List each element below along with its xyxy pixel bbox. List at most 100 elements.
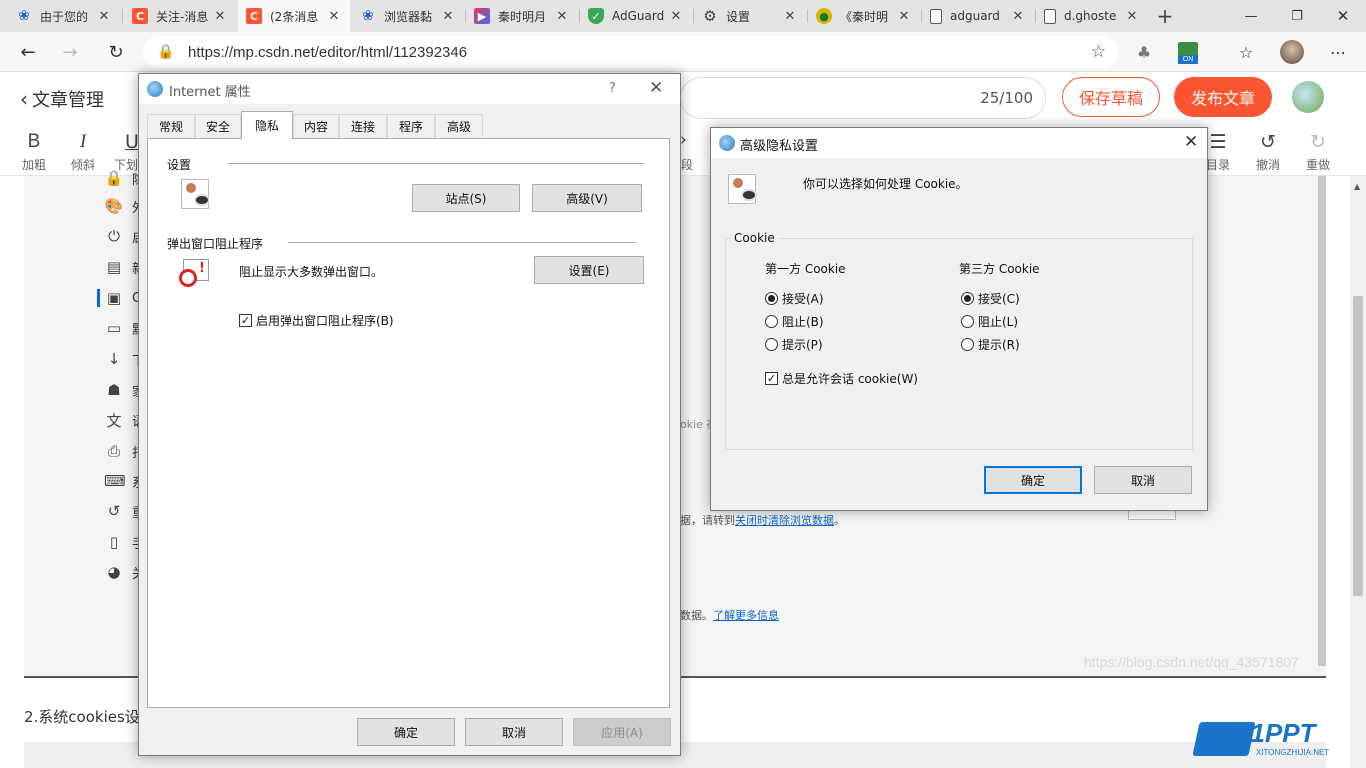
close-tab-icon[interactable]: ✕	[96, 9, 112, 24]
close-tab-icon[interactable]: ✕	[212, 9, 228, 24]
back-to-articles[interactable]: ‹ 文章管理	[20, 86, 104, 112]
close-tab-icon[interactable]: ✕	[668, 9, 684, 24]
title-input[interactable]: 25/100	[680, 77, 1046, 119]
ok-button[interactable]: 确定	[984, 466, 1082, 494]
close-tab-icon[interactable]: ✕	[1010, 9, 1026, 24]
tab-advanced[interactable]: 高级	[435, 114, 483, 138]
tab-content[interactable]: 内容	[293, 114, 339, 138]
newtab-icon: ▤	[106, 258, 122, 276]
sites-button[interactable]: 站点(S)	[412, 184, 520, 212]
favorites-icon[interactable]: ☆	[1230, 36, 1262, 68]
italic-icon: I	[79, 131, 87, 152]
first-party-block-radio[interactable]: 阻止(B)	[765, 313, 824, 330]
title-char-count: 25/100	[980, 89, 1033, 107]
close-icon[interactable]: ✕	[1184, 132, 1198, 152]
browser-tab[interactable]: C 关注-消息 ✕	[124, 0, 236, 32]
checkmark-icon: ✓	[239, 314, 252, 327]
radio-dot-icon	[964, 295, 971, 302]
save-draft-button[interactable]: 保存草稿	[1062, 77, 1160, 117]
browser-tab[interactable]: ❀ 浏览器黏 ✕	[352, 0, 464, 32]
internet-properties-dialog: Internet 属性 ? ✕ 常规 安全 隐私 内容 连接 程序 高级 设置 …	[138, 73, 681, 756]
apply-button[interactable]: 应用(A)	[573, 718, 671, 746]
media-icon: ●	[816, 8, 832, 24]
browser-tab[interactable]: ● 《秦时明 ✕	[808, 0, 920, 32]
browser-tab[interactable]: ⚙ 设置 ✕	[694, 0, 806, 32]
minimize-icon[interactable]: —	[1228, 0, 1274, 32]
browser-tab[interactable]: ▶ 秦时明月 ✕	[466, 0, 578, 32]
close-tab-icon[interactable]: ✕	[440, 9, 456, 24]
close-icon[interactable]: ✕	[649, 78, 663, 98]
italic-button[interactable]: I 倾斜	[61, 130, 105, 173]
body-text[interactable]: 2.系统cookies设置	[24, 706, 155, 727]
user-avatar[interactable]	[1292, 81, 1324, 113]
site-logo: 61PPT XITONGZHIJIA.NET	[1192, 716, 1356, 768]
advanced-button[interactable]: 高级(V)	[532, 184, 642, 212]
favorite-star-icon[interactable]: ☆	[1091, 42, 1106, 62]
popup-settings-button[interactable]: 设置(E)	[534, 256, 644, 284]
page-scrollbar-thumb[interactable]	[1353, 296, 1363, 596]
download-icon: ↓	[107, 350, 121, 368]
bold-button[interactable]: B 加粗	[12, 130, 56, 173]
session-cookie-checkbox[interactable]: ✓ 总是允许会话 cookie(W)	[765, 370, 918, 387]
refresh-icon[interactable]: ↻	[100, 36, 132, 68]
popup-blocker-checkbox[interactable]: ✓ 启用弹出窗口阻止程序(B)	[239, 312, 394, 329]
third-party-prompt-radio[interactable]: 提示(R)	[961, 336, 1020, 353]
cancel-button[interactable]: 取消	[465, 718, 563, 746]
browser-tab[interactable]: ✓ AdGuard ✕	[580, 0, 692, 32]
tab-general[interactable]: 常规	[147, 114, 195, 138]
video-app-icon: ▶	[474, 8, 490, 24]
close-tab-icon[interactable]: ✕	[326, 9, 342, 24]
tab-connections[interactable]: 连接	[339, 114, 387, 138]
redo-button[interactable]: ↻ 重做	[1296, 130, 1340, 173]
dialog-titlebar: Internet 属性 ? ✕	[139, 74, 680, 104]
browser-tab[interactable]: adguard ✕	[922, 0, 1034, 32]
tab-security[interactable]: 安全	[195, 114, 241, 138]
bg-clear-text: 据，请转到关闭时清除浏览数据。	[680, 514, 845, 527]
publish-button[interactable]: 发布文章	[1174, 77, 1272, 117]
dialog-titlebar: 高级隐私设置 ✕	[711, 128, 1207, 158]
back-icon[interactable]: ←	[12, 36, 44, 68]
close-tab-icon[interactable]: ✕	[782, 9, 798, 24]
third-party-accept-radio[interactable]: 接受(C)	[961, 290, 1020, 307]
baidu-paw-icon: ❀	[18, 8, 30, 24]
undo-button[interactable]: ↺ 撤消	[1246, 130, 1290, 173]
radio-dot-icon	[768, 295, 775, 302]
close-tab-icon[interactable]: ✕	[554, 9, 570, 24]
popup-group-label: 弹出窗口阻止程序	[167, 237, 264, 251]
cancel-button[interactable]: 取消	[1094, 466, 1192, 494]
dialog-title: Internet 属性	[169, 85, 251, 100]
lock-icon: 🔒	[157, 44, 175, 60]
tab-programs[interactable]: 程序	[387, 114, 435, 138]
adguard-extension-icon[interactable]: ON	[1178, 42, 1198, 64]
third-party-block-radio[interactable]: 阻止(L)	[961, 313, 1018, 330]
new-tab-icon[interactable]: +	[1153, 4, 1177, 28]
inner-scrollbar-thumb	[1318, 176, 1326, 666]
browser-tab[interactable]: ❀ 由于您的 ✕	[8, 0, 120, 32]
extension-icon[interactable]: ♣	[1128, 36, 1160, 68]
restore-icon[interactable]: ❐	[1274, 0, 1320, 32]
scroll-up-icon[interactable]: ▲	[1354, 182, 1360, 191]
privacy-certificate-icon	[728, 174, 757, 204]
first-party-prompt-radio[interactable]: 提示(P)	[765, 336, 823, 353]
tab-privacy[interactable]: 隐私	[241, 111, 293, 139]
close-tab-icon[interactable]: ✕	[1124, 9, 1140, 24]
learn-more-link: 了解更多信息	[713, 609, 779, 622]
browser-tab-active[interactable]: C (2条消息 ✕	[238, 0, 350, 32]
redo-icon: ↻	[1310, 131, 1326, 153]
avatar[interactable]	[1280, 40, 1304, 64]
ok-button[interactable]: 确定	[357, 718, 455, 746]
page-scrollbar-track[interactable]: ▲	[1350, 176, 1366, 768]
help-icon[interactable]: ?	[609, 81, 616, 96]
address-bar[interactable]: 🔒 https://mp.csdn.net/editor/html/112392…	[143, 36, 1118, 68]
phone-icon: ▯	[109, 533, 119, 551]
close-window-icon[interactable]: ✕	[1320, 0, 1366, 32]
checkmark-icon: ✓	[765, 372, 778, 385]
close-tab-icon[interactable]: ✕	[896, 9, 912, 24]
cookie-icon: ▣	[106, 289, 122, 307]
browser-tab[interactable]: d.ghoste ✕	[1036, 0, 1148, 32]
forward-icon[interactable]: →	[54, 36, 86, 68]
first-party-accept-radio[interactable]: 接受(A)	[765, 290, 824, 307]
dialog-title: 高级隐私设置	[740, 139, 819, 154]
paragraph-label-partial: 段	[681, 158, 694, 172]
more-menu-icon[interactable]: ⋯	[1322, 36, 1354, 68]
